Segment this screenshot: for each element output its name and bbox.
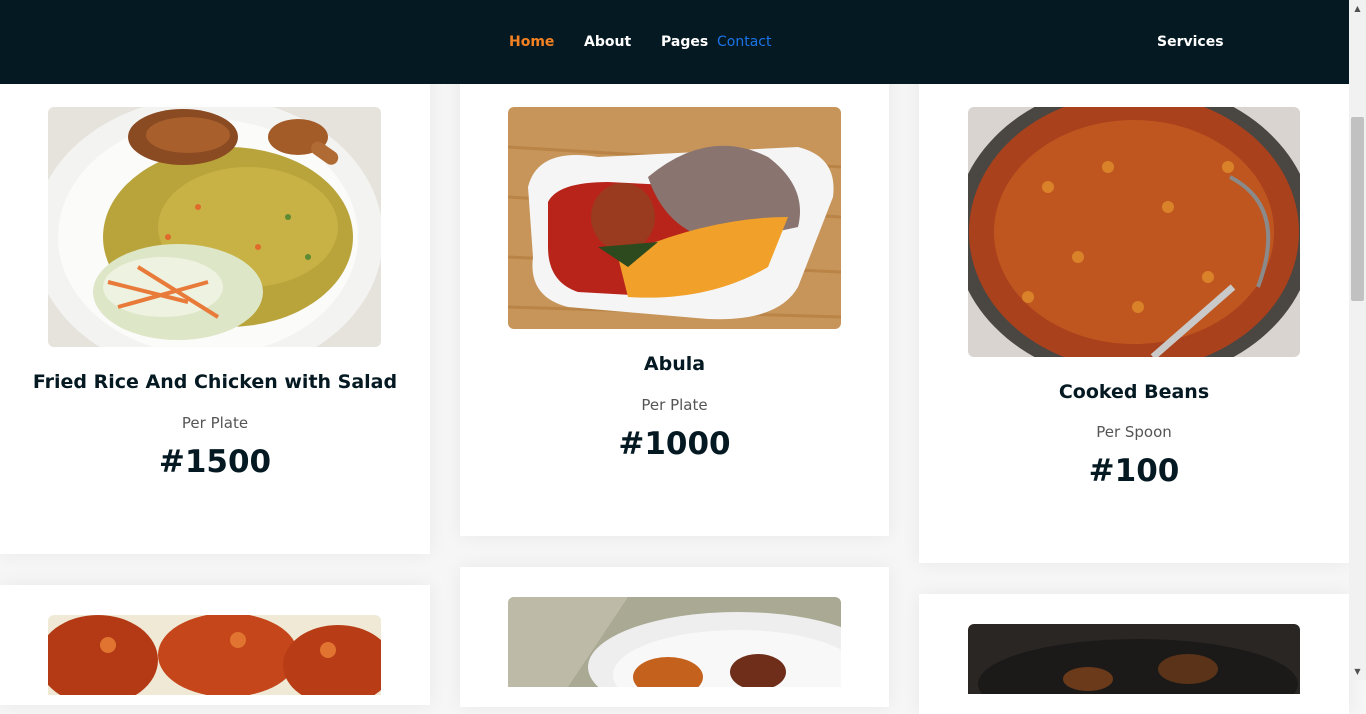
product-name: Cooked Beans <box>1058 381 1210 403</box>
nav-about-link[interactable]: About <box>584 33 631 51</box>
nav-home-link[interactable]: Home <box>509 33 554 51</box>
nav-services-link[interactable]: Services <box>1157 33 1224 51</box>
page-scrollbar[interactable]: ▲ ▼ <box>1349 0 1366 680</box>
product-price: #1000 <box>618 426 731 462</box>
product-name: Abula <box>643 353 706 375</box>
cooked-beans-photo <box>968 107 1300 357</box>
product-card: Fried Rice And Chicken with Salad Per Pl… <box>0 60 430 554</box>
nav-pages-link[interactable]: Pages <box>661 33 708 51</box>
product-card <box>460 567 889 707</box>
product-card: Cooked Beans Per Spoon #100 <box>919 60 1349 563</box>
arrow-up-icon[interactable]: ▲ <box>1349 0 1366 17</box>
product-card <box>0 585 430 705</box>
product-unit: Per Plate <box>641 396 708 414</box>
product-unit: Per Spoon <box>1096 423 1172 441</box>
fried-chicken-photo <box>48 615 381 695</box>
product-card <box>919 594 1349 714</box>
scrollbar-thumb[interactable] <box>1351 117 1364 301</box>
fried-rice-chicken-photo <box>48 107 381 347</box>
fried-plantain-photo <box>508 597 841 687</box>
arrow-down-icon[interactable]: ▼ <box>1349 663 1366 680</box>
abula-photo <box>508 107 841 329</box>
product-name: Fried Rice And Chicken with Salad <box>32 371 398 393</box>
product-price: #100 <box>1088 453 1180 489</box>
product-unit: Per Plate <box>181 414 249 432</box>
product-price: #1500 <box>158 444 272 480</box>
product-card: Abula Per Plate #1000 <box>460 60 889 536</box>
top-navbar: Home About Pages Contact Services <box>0 0 1349 84</box>
nav-contact-link[interactable]: Contact <box>717 33 771 51</box>
dark-stew-photo <box>968 624 1300 694</box>
